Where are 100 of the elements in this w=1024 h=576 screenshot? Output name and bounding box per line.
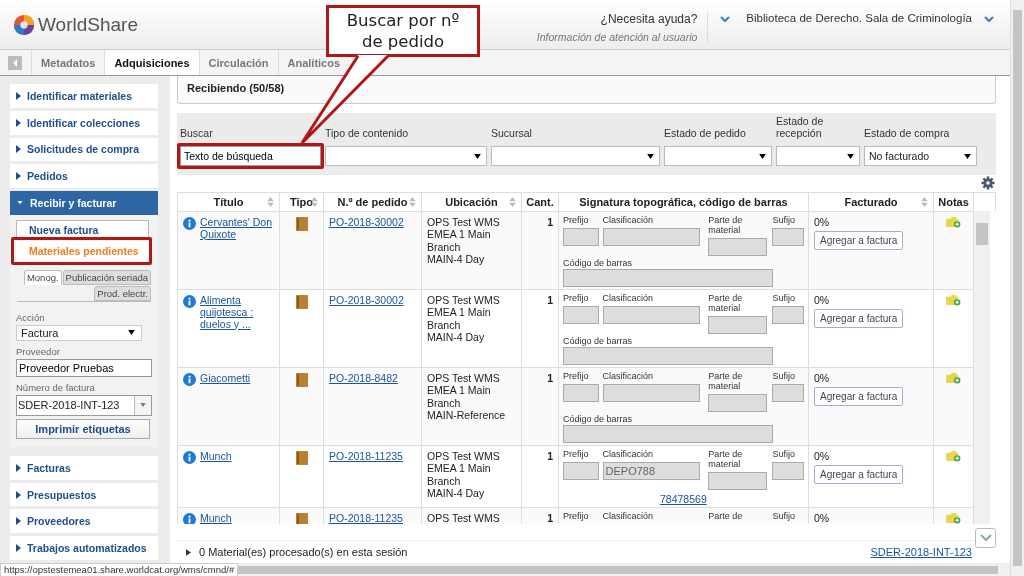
add-to-invoice-button[interactable]: Agregar a factura <box>814 386 904 406</box>
nav-section[interactable]: Facturas <box>10 455 158 480</box>
nav-section[interactable]: Presupuestos <box>10 482 158 507</box>
barcode-field[interactable] <box>563 346 773 365</box>
invoice-combobox[interactable]: SDER-2018-INT-123 <box>16 394 152 416</box>
order-link[interactable]: PO-2018-30002 <box>329 293 404 306</box>
field-label: Sufijo <box>772 510 796 521</box>
column-header[interactable]: Título <box>178 192 280 211</box>
nav-section[interactable]: Solicitudes de compra <box>10 137 158 162</box>
module-tab[interactable]: Circulación <box>198 50 278 75</box>
search-field[interactable]: Texto de búsqueda <box>180 146 321 166</box>
call-number-field[interactable] <box>708 237 768 256</box>
title-link[interactable]: Giacometti <box>200 371 251 384</box>
nav-section[interactable]: Trabajos automatizados <box>10 536 158 561</box>
chevron-down-icon[interactable] <box>720 16 731 22</box>
filter-select[interactable] <box>491 146 660 166</box>
call-number-field[interactable] <box>563 461 599 480</box>
dropdown-arrow-icon[interactable] <box>140 403 146 408</box>
info-icon[interactable] <box>183 294 196 308</box>
institution-menu[interactable]: Biblioteca de Derecho. Sala de Criminología <box>746 12 972 24</box>
vendor-field[interactable]: Proveedor Pruebas <box>16 358 152 377</box>
order-link[interactable]: PO-2018-30002 <box>329 215 404 228</box>
sub-tab[interactable]: Prod. electr. <box>94 285 151 301</box>
action-select[interactable]: Factura <box>16 324 142 341</box>
dropdown-arrow-icon <box>128 330 135 336</box>
call-number-field[interactable] <box>708 393 768 412</box>
filter-select[interactable] <box>664 146 772 166</box>
settings-icon[interactable] <box>981 176 995 191</box>
scrollbar[interactable] <box>238 565 998 574</box>
scrollbar[interactable] <box>974 210 990 525</box>
book-icon <box>295 450 308 465</box>
add-to-invoice-button[interactable]: Agregar a factura <box>814 464 904 484</box>
filter-select[interactable]: No facturado <box>864 146 977 166</box>
nav-section[interactable]: Identificar colecciones <box>10 110 158 135</box>
nav-section[interactable]: Proveedores <box>10 509 158 534</box>
nav-section[interactable]: Identificar materiales <box>10 84 158 108</box>
collapse-button[interactable] <box>8 56 22 70</box>
sort-icon[interactable] <box>311 196 318 207</box>
caret-right-icon[interactable] <box>186 548 191 556</box>
info-icon[interactable] <box>183 372 196 386</box>
call-number-field[interactable] <box>708 315 768 334</box>
sub-tab[interactable]: Publicación seriada <box>62 269 151 285</box>
call-number-field[interactable] <box>563 227 599 246</box>
filter-label: Buscar <box>180 127 214 139</box>
column-header[interactable]: Tipo <box>280 192 324 211</box>
add-note-icon[interactable] <box>946 450 961 462</box>
call-number-field[interactable] <box>602 227 701 246</box>
call-number-field[interactable] <box>772 227 804 246</box>
nav-link[interactable]: Nueva factura <box>16 219 149 240</box>
order-link[interactable]: PO-2018-11235 <box>329 449 403 462</box>
scroll-down-button[interactable] <box>975 528 996 548</box>
dropdown-arrow-icon <box>964 153 971 159</box>
column-header[interactable]: Cant. <box>522 192 559 211</box>
barcode-field[interactable] <box>563 424 773 443</box>
caret-right-icon <box>16 517 21 526</box>
order-link[interactable]: PO-2018-8482 <box>329 371 398 384</box>
caret-right-icon <box>16 490 21 499</box>
scrollbar[interactable] <box>1010 0 1024 576</box>
nav-section[interactable]: Pedidos <box>10 164 158 189</box>
help-link[interactable]: ¿Necesita ayuda? <box>600 12 698 26</box>
field-label: Parte de material <box>708 370 744 391</box>
call-number-field[interactable] <box>708 471 768 490</box>
add-to-invoice-button[interactable]: Agregar a factura <box>814 230 904 250</box>
call-number-field[interactable] <box>772 305 804 324</box>
title-link[interactable]: Alimenta quijotesca : duelos y ... <box>200 293 274 330</box>
quantity-cell: 1 <box>547 215 553 228</box>
column-header[interactable]: N.º de pedido <box>324 192 422 211</box>
column-header[interactable]: Signatura topográfica, código de barras <box>559 192 809 211</box>
title-link[interactable]: Munch <box>200 449 232 462</box>
info-icon[interactable] <box>183 450 196 464</box>
module-tab[interactable]: Adquisiciones <box>104 50 199 75</box>
add-note-icon[interactable] <box>946 216 961 228</box>
add-note-icon[interactable] <box>946 294 961 306</box>
classification-field[interactable]: DEPO788 <box>602 461 701 480</box>
sub-tab[interactable]: Monog. <box>23 269 62 285</box>
column-header[interactable]: Ubicación <box>422 192 522 211</box>
barcode-field[interactable] <box>563 268 773 287</box>
nav-section[interactable]: Recibir y facturar <box>10 191 158 215</box>
barcode-link[interactable]: 78478569 <box>660 492 707 505</box>
invoice-link[interactable]: SDER-2018-INT-123 <box>870 546 972 559</box>
call-number-field[interactable] <box>602 305 701 324</box>
add-note-icon[interactable] <box>946 372 961 384</box>
call-number-field[interactable] <box>772 461 804 480</box>
call-number-field[interactable] <box>602 383 701 402</box>
column-header[interactable]: Facturado <box>809 192 934 211</box>
print-labels-button[interactable]: Imprimir etiquetas <box>16 418 150 439</box>
add-to-invoice-button[interactable]: Agregar a factura <box>814 308 904 328</box>
filter-select[interactable] <box>325 146 487 166</box>
field-label: Código de barras <box>563 257 634 268</box>
chevron-down-icon[interactable] <box>984 16 994 22</box>
location-text: OPS Test WMS EMEA 1 Main Branch MAIN-4 Day <box>427 293 501 344</box>
add-note-icon[interactable] <box>946 512 961 524</box>
call-number-field[interactable] <box>563 383 599 402</box>
info-icon[interactable] <box>183 512 196 525</box>
field-label: Clasificación <box>602 510 655 521</box>
call-number-field[interactable] <box>563 305 599 324</box>
filter-select[interactable] <box>776 146 860 166</box>
call-number-field[interactable] <box>772 383 804 402</box>
column-header[interactable]: Notas <box>934 192 974 211</box>
info-icon[interactable] <box>183 216 196 230</box>
